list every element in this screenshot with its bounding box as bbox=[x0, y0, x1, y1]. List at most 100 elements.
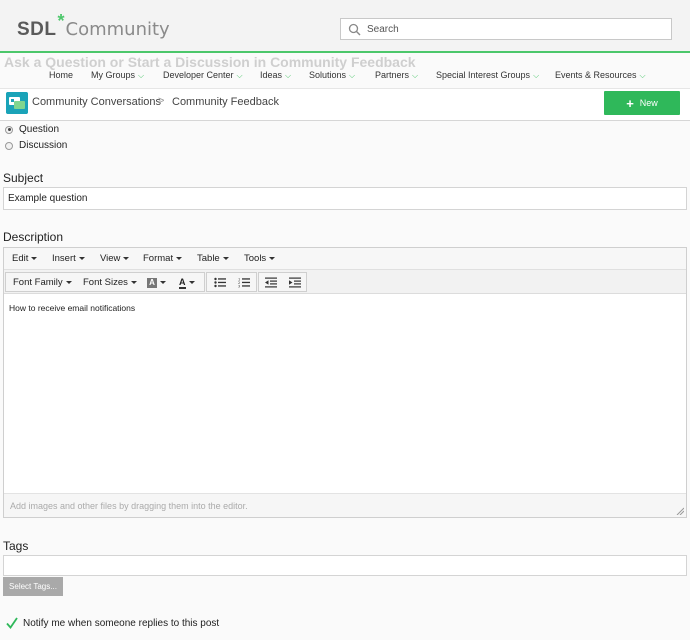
sdl-community-logo[interactable]: SDL * Community bbox=[17, 11, 170, 40]
caret-down-icon bbox=[78, 256, 85, 260]
nav-item-special-interest-groups[interactable]: Special Interest Groups ⌵ bbox=[436, 66, 539, 85]
nav-label: Solutions bbox=[309, 70, 347, 80]
breadcrumb-bar: Community Conversations > Community Feed… bbox=[0, 89, 690, 121]
nav-item-events-resources[interactable]: Events & Resources ⌵ bbox=[555, 66, 646, 85]
description-label: Description bbox=[3, 230, 64, 244]
editor-toolbar: Font Family Font Sizes A A 1 2 3 bbox=[4, 270, 686, 294]
menu-label: View bbox=[100, 253, 121, 264]
font-sizes-dropdown[interactable]: Font Sizes bbox=[83, 277, 137, 288]
font-family-dropdown[interactable]: Font Family bbox=[13, 277, 72, 288]
editor-content-area[interactable]: How to receive email notifications bbox=[9, 303, 135, 313]
caret-down-icon bbox=[188, 280, 195, 284]
background-color-button[interactable]: A bbox=[147, 277, 166, 288]
drag-files-hint: Add images and other files by dragging t… bbox=[10, 501, 248, 511]
logo-community-text: Community bbox=[65, 19, 170, 40]
font-family-label: Font Family bbox=[13, 277, 63, 288]
logo-sdl-text: SDL bbox=[17, 19, 57, 40]
chevron-down-icon: ⌵ bbox=[285, 71, 292, 80]
search-input[interactable] bbox=[367, 19, 667, 39]
text-color-button[interactable]: A bbox=[179, 277, 195, 289]
nav-item-partners[interactable]: Partners ⌵ bbox=[375, 66, 418, 85]
radio-question[interactable]: Question bbox=[5, 124, 59, 135]
chevron-down-icon: ⌵ bbox=[138, 71, 145, 80]
background-color-icon: A bbox=[147, 278, 157, 288]
notify-checkbox-row[interactable]: Notify me when someone replies to this p… bbox=[6, 617, 219, 629]
caret-down-icon bbox=[176, 256, 183, 260]
svg-text:3: 3 bbox=[238, 285, 240, 289]
menu-insert[interactable]: Insert bbox=[52, 253, 85, 264]
nav-label: My Groups bbox=[91, 70, 136, 80]
caret-down-icon bbox=[65, 280, 72, 284]
menu-table[interactable]: Table bbox=[197, 253, 229, 264]
caret-down-icon bbox=[160, 280, 166, 284]
menu-label: Format bbox=[143, 253, 174, 264]
search-icon bbox=[348, 23, 361, 36]
chevron-down-icon: ⌵ bbox=[639, 71, 646, 80]
menu-label: Edit bbox=[12, 253, 29, 264]
font-sizes-label: Font Sizes bbox=[83, 277, 128, 288]
caret-down-icon bbox=[31, 256, 38, 260]
outdent-icon[interactable] bbox=[265, 277, 277, 288]
text-color-icon: A bbox=[179, 277, 186, 289]
breadcrumb-group-link[interactable]: Community Conversations bbox=[32, 96, 161, 108]
menu-label: Table bbox=[197, 253, 220, 264]
bullet-list-icon[interactable] bbox=[214, 277, 226, 288]
chevron-down-icon: ⌵ bbox=[533, 71, 540, 80]
nav-label: Events & Resources bbox=[555, 70, 637, 80]
radio-discussion[interactable]: Discussion bbox=[5, 140, 67, 151]
search-box[interactable] bbox=[340, 18, 672, 40]
checkmark-icon[interactable] bbox=[6, 617, 18, 629]
nav-label: Ideas bbox=[260, 70, 283, 80]
nav-item-developer-center[interactable]: Developer Center ⌵ bbox=[163, 66, 243, 85]
caret-down-icon bbox=[123, 256, 130, 260]
menu-label: Insert bbox=[52, 253, 76, 264]
menu-view[interactable]: View bbox=[100, 253, 130, 264]
breadcrumb-page-link[interactable]: Community Feedback bbox=[172, 96, 279, 108]
notify-label: Notify me when someone replies to this p… bbox=[23, 617, 220, 629]
menu-edit[interactable]: Edit bbox=[12, 253, 38, 264]
nav-item-solutions[interactable]: Solutions ⌵ bbox=[309, 66, 355, 85]
toolbar-group-indent bbox=[258, 272, 307, 292]
nav-label: Special Interest Groups bbox=[436, 70, 531, 80]
header-accent-line bbox=[0, 51, 690, 53]
subject-input[interactable]: Example question bbox=[3, 187, 687, 210]
tags-input[interactable] bbox=[3, 555, 687, 576]
breadcrumb-separator: > bbox=[158, 95, 165, 107]
radio-button[interactable] bbox=[5, 141, 13, 150]
toolbar-group-lists: 1 2 3 bbox=[206, 272, 257, 292]
radio-label-question: Question bbox=[19, 124, 60, 135]
main-nav: Home My Groups ⌵ Developer Center ⌵ Ideas ⌵… bbox=[0, 66, 690, 84]
nav-item-home[interactable]: Home bbox=[49, 66, 73, 84]
rich-text-editor: Edit Insert View Format Table Tools Font… bbox=[3, 247, 687, 518]
caret-down-icon bbox=[269, 256, 276, 260]
chevron-down-icon: ⌵ bbox=[236, 71, 243, 80]
menu-label: Tools bbox=[244, 253, 267, 264]
indent-icon[interactable] bbox=[289, 277, 301, 288]
editor-menubar: Edit Insert View Format Table Tools bbox=[4, 248, 686, 270]
caret-down-icon bbox=[130, 280, 137, 284]
tags-label: Tags bbox=[3, 539, 29, 553]
radio-label-discussion: Discussion bbox=[19, 140, 68, 151]
nav-item-my-groups[interactable]: My Groups ⌵ bbox=[91, 66, 144, 85]
nav-label: Partners bbox=[375, 70, 410, 80]
new-button-label: New bbox=[639, 98, 658, 108]
resize-grip-icon[interactable] bbox=[676, 507, 684, 515]
menu-tools[interactable]: Tools bbox=[244, 253, 276, 264]
nav-label: Developer Center bbox=[163, 70, 234, 80]
logo-star-icon: * bbox=[57, 11, 65, 31]
group-chat-icon[interactable] bbox=[6, 92, 28, 114]
plus-icon: + bbox=[626, 95, 634, 111]
chevron-down-icon: ⌵ bbox=[412, 71, 419, 80]
subject-label: Subject bbox=[3, 171, 44, 185]
new-post-button[interactable]: + New bbox=[604, 91, 680, 115]
numbered-list-icon[interactable]: 1 2 3 bbox=[238, 277, 250, 288]
nav-item-ideas[interactable]: Ideas ⌵ bbox=[260, 66, 291, 85]
caret-down-icon bbox=[222, 256, 229, 260]
top-header: SDL * Community bbox=[0, 0, 690, 52]
menu-format[interactable]: Format bbox=[143, 253, 183, 264]
chevron-down-icon: ⌵ bbox=[349, 71, 356, 80]
radio-button-checked[interactable] bbox=[5, 125, 13, 134]
toolbar-group-font: Font Family Font Sizes A A bbox=[5, 272, 205, 292]
editor-statusbar: Add images and other files by dragging t… bbox=[4, 493, 686, 517]
select-tags-button[interactable]: Select Tags... bbox=[3, 577, 63, 596]
